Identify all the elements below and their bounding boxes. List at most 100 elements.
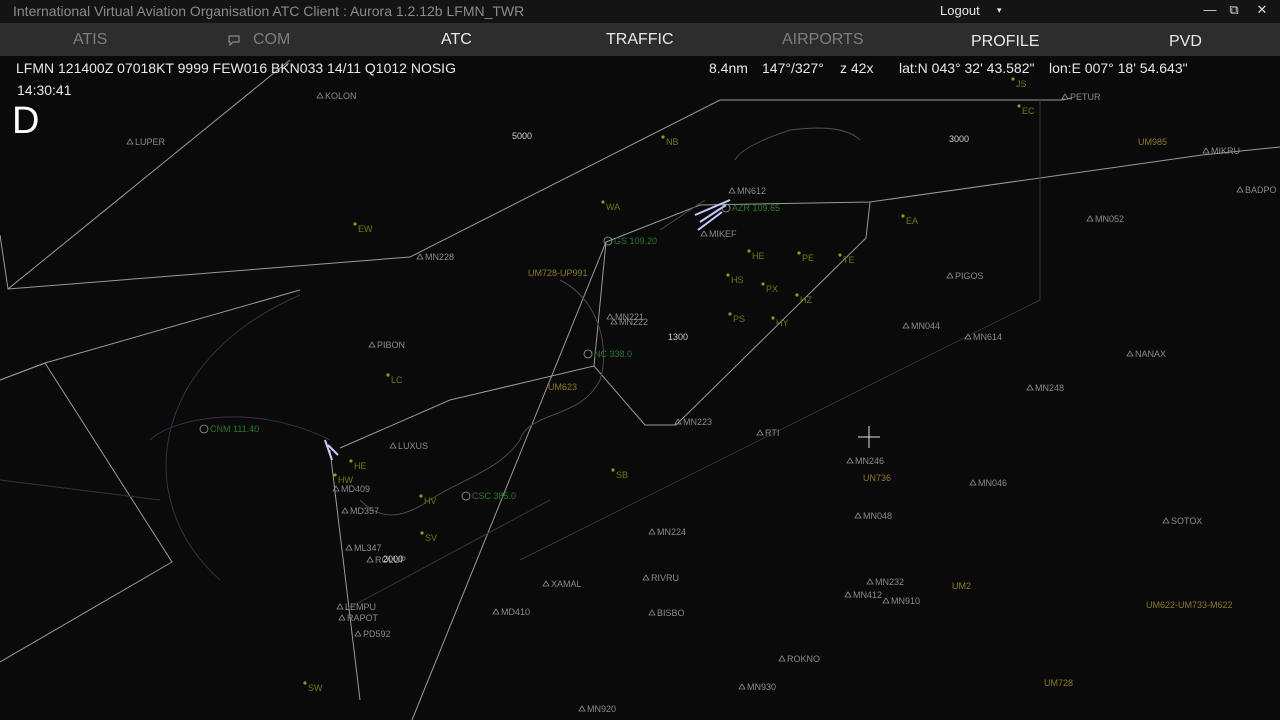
fix-label: PIBON: [377, 340, 405, 350]
aircraft-cluster[interactable]: [324, 199, 731, 461]
airway-label: UM985: [1138, 137, 1167, 147]
point-marker: [353, 222, 357, 226]
fix-icon: [1026, 384, 1034, 391]
point-label: LC: [391, 375, 403, 385]
point-marker: [611, 468, 615, 472]
point-label: PX: [766, 284, 778, 294]
altitude-label: 5000: [512, 131, 532, 141]
fix-icon: [778, 655, 786, 662]
longitude-readout: lon:E 007° 18' 54.643": [1049, 60, 1188, 76]
fix-icon: [866, 578, 874, 585]
point-marker: [349, 459, 353, 463]
fix-label: MN044: [911, 321, 940, 331]
fix-label: MN222: [619, 317, 648, 327]
navaid-label: AZR 109.65: [732, 203, 780, 213]
restore-icon[interactable]: ⧉: [1222, 2, 1246, 20]
fix-label: MD410: [501, 607, 530, 617]
fix-label: MN248: [1035, 383, 1064, 393]
fix-label: SOTOX: [1171, 516, 1202, 526]
point-label: WA: [606, 202, 620, 212]
navaid-icon: [461, 491, 471, 501]
point-label: NB: [666, 137, 679, 147]
menu-atis[interactable]: ATIS: [73, 31, 107, 49]
fix-icon: [728, 187, 736, 194]
close-icon[interactable]: ✕: [1250, 2, 1274, 20]
minimize-icon[interactable]: —: [1198, 2, 1222, 20]
logout-dropdown-icon[interactable]: ▾: [997, 5, 1002, 16]
fix-label: LUXUS: [398, 441, 428, 451]
clock-time: 14:30:41: [17, 82, 72, 98]
fix-icon: [969, 479, 977, 486]
fix-icon: [316, 92, 324, 99]
fix-icon: [648, 609, 656, 616]
fix-label: PD592: [363, 629, 391, 639]
fix-icon: [738, 683, 746, 690]
altitude-label: 1300: [668, 332, 688, 342]
fix-icon: [1162, 517, 1170, 524]
airway-label: UM728-UP991: [528, 268, 588, 278]
airway-label: UM728: [1044, 678, 1073, 688]
fix-label: RAPOT: [347, 613, 379, 623]
menu-pvd[interactable]: PVD: [1169, 33, 1202, 51]
fix-label: MN930: [747, 682, 776, 692]
fix-icon: [332, 485, 340, 492]
atis-letter: D: [12, 100, 40, 142]
point-label: TE: [843, 255, 855, 265]
latitude-readout: lat:N 043° 32' 43.582": [899, 60, 1035, 76]
radar-scope[interactable]: KOLON LUPER MN228 PIBON LUXUS MD409 MD357 ML347…: [0, 56, 1280, 720]
airway-label: UM2: [952, 581, 971, 591]
radar-map[interactable]: KOLON LUPER MN228 PIBON LUXUS MD409 MD357 ML347…: [0, 56, 1280, 720]
fix-label: MN910: [891, 596, 920, 606]
point-marker: [771, 316, 775, 320]
fix-icon: [1086, 215, 1094, 222]
com-message-icon: [228, 33, 240, 51]
fix-label: MN052: [1095, 214, 1124, 224]
fix-icon: [844, 591, 852, 598]
cursor-crosshair: [858, 426, 880, 448]
altitude-labels: 5000 3000 1300 2000: [383, 131, 969, 564]
fix-label: MN048: [863, 511, 892, 521]
fix-icon: [1061, 93, 1069, 100]
point-label: PE: [802, 253, 814, 263]
point-label: HV: [424, 496, 437, 506]
fix-icon: [882, 597, 890, 604]
sector-boundaries: [0, 59, 1280, 720]
logout-button[interactable]: Logout: [940, 3, 980, 18]
navaid-icon: [199, 424, 209, 434]
menu-traffic[interactable]: TRAFFIC: [606, 31, 674, 49]
point-label: PS: [733, 314, 745, 324]
fix-label: LEMPU: [345, 602, 376, 612]
fix-label: ML347: [354, 543, 382, 553]
navaid-label: CSC 385.0: [472, 491, 516, 501]
fix-label: MIKRU: [1211, 146, 1240, 156]
airway-label: UM622-UM733-M622: [1146, 600, 1233, 610]
menu-profile[interactable]: PROFILE: [971, 33, 1039, 51]
point-label: HE: [752, 251, 765, 261]
point-marker: [726, 273, 730, 277]
fix-icon: [1202, 147, 1210, 154]
menu-com[interactable]: COM: [253, 31, 290, 49]
point-marker: [797, 251, 801, 255]
point-label: EC: [1022, 106, 1035, 116]
fix-label: BISBO: [657, 608, 685, 618]
menu-airports[interactable]: AIRPORTS: [782, 31, 864, 49]
zoom-readout: z 42x: [840, 60, 874, 76]
point-label: HY: [776, 318, 789, 328]
point-marker: [661, 135, 665, 139]
point-label: EW: [358, 224, 373, 234]
fix-label: MD357: [350, 506, 379, 516]
menu-atc[interactable]: ATC: [441, 31, 472, 49]
restricted-areas: [0, 100, 1041, 611]
fix-icon: [341, 507, 349, 514]
point-marker: [747, 249, 751, 253]
fix-label: MN223: [683, 417, 712, 427]
fix-label: PIGOS: [955, 271, 984, 281]
fix-icon: [700, 230, 708, 237]
point-label: SW: [308, 683, 323, 693]
altitude-label: 2000: [383, 554, 403, 564]
fix-label: MD409: [341, 484, 370, 494]
fix-label: BADPO: [1245, 185, 1277, 195]
fix-label: MN412: [853, 590, 882, 600]
airway-label: UN736: [863, 473, 891, 483]
fix-icon: [368, 341, 376, 348]
